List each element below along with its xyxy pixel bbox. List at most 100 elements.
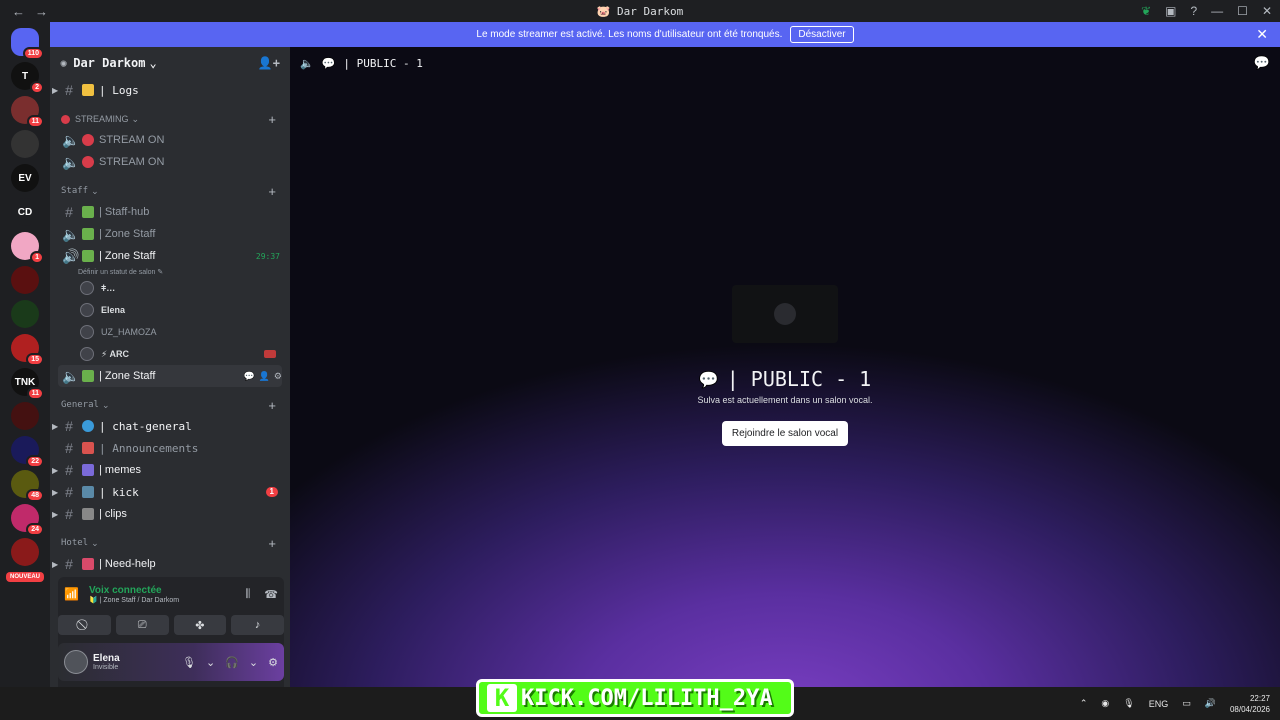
kick-url: KICK.COM/LILITH_2YA	[521, 685, 773, 711]
server-icon[interactable]: 48	[11, 470, 44, 502]
noise-suppression-icon[interactable]: ⫼	[245, 588, 250, 601]
activities-button[interactable]: ✤	[173, 615, 227, 635]
disable-streamer-button[interactable]: Désactiver	[790, 26, 854, 43]
voice-icon: 🔈	[300, 56, 314, 70]
server-icon[interactable]: 1	[11, 232, 44, 264]
voice-location[interactable]: 🔰 | Zone Staff / Dar Darkom	[89, 596, 179, 604]
microphone-icon[interactable]: 🎙	[1123, 698, 1134, 709]
voice-user-name: ⚡ ARC	[101, 348, 129, 359]
server-icon[interactable]: 22	[11, 436, 44, 468]
leaf-icon[interactable]: ❦	[1141, 4, 1151, 18]
voice-channel-zone-staff-3[interactable]: 🔈 | Zone Staff 💬 👤 ⚙	[58, 365, 282, 387]
language-indicator[interactable]: ENG	[1149, 699, 1169, 709]
clock-date: 08/04/2026	[1229, 704, 1270, 714]
mention-badge: 1	[265, 487, 278, 497]
channel-staff-hub[interactable]: # | Staff-hub	[58, 201, 282, 223]
server-icon[interactable]: T2	[11, 62, 44, 94]
maximize-icon[interactable]: ☐	[1237, 4, 1248, 18]
join-voice-button[interactable]: Rejoindre le salon vocal	[721, 421, 849, 446]
set-channel-status[interactable]: Définir un statut de salon ✎	[58, 267, 282, 277]
category-streaming[interactable]: STREAMING ⌄ +	[58, 109, 282, 129]
text-channel-icon: #	[65, 204, 73, 220]
voice-status[interactable]: Voix connectée	[89, 585, 179, 596]
screen-share-button[interactable]: ⎚	[115, 615, 169, 635]
mention-badge: 1	[30, 251, 44, 264]
back-icon[interactable]: ←	[12, 4, 25, 19]
server-icon[interactable]	[11, 300, 39, 328]
voice-channel-stream-2[interactable]: 🔈 STREAM ON	[58, 151, 282, 173]
server-icon[interactable]: EV	[11, 164, 39, 192]
server-icon[interactable]: 24	[11, 504, 44, 536]
minimize-icon[interactable]: —	[1211, 4, 1223, 18]
channel-kick[interactable]: ▶ # | kick 1	[52, 481, 282, 503]
server-icon[interactable]: CD	[11, 198, 39, 226]
home-button[interactable]: 110110	[11, 28, 44, 60]
text-channel-icon: #	[65, 418, 73, 434]
system-tray: ⌃ ◉ 🎙 ENG ▭ 🔊 22:27 08/04/2026	[1080, 687, 1270, 720]
category-staff[interactable]: Staff ⌄ +	[58, 181, 282, 201]
text-channel-icon: #	[65, 556, 73, 572]
add-channel-icon[interactable]: +	[268, 398, 276, 413]
clock[interactable]: 22:27 08/04/2026	[1230, 693, 1270, 715]
channel-chat-general[interactable]: ▶ # | chat-general	[52, 415, 282, 437]
close-banner-icon[interactable]: ✕	[1256, 26, 1268, 43]
gear-icon[interactable]: ⚙	[268, 656, 278, 669]
channel-need-help[interactable]: ▶ # | Need-help	[52, 553, 282, 575]
signal-icon[interactable]: 📶	[64, 587, 79, 601]
open-chat-icon[interactable]: 💬	[1254, 56, 1270, 71]
inbox-icon[interactable]: ▣	[1165, 4, 1176, 18]
username[interactable]: Elena	[93, 653, 120, 664]
channel-memes[interactable]: ▶ # | memes	[52, 459, 282, 481]
avatar[interactable]	[64, 650, 88, 674]
chat-icon[interactable]: 💬	[243, 371, 254, 382]
steam-icon[interactable]: ◉	[1101, 698, 1109, 709]
chevron-down-icon[interactable]: ⌄	[249, 656, 258, 669]
server-icon[interactable]: 11	[11, 96, 44, 128]
expand-icon: ▶	[52, 465, 59, 475]
server-icon: ✺	[60, 56, 68, 70]
server-icon[interactable]: TNK 11	[11, 368, 44, 400]
add-channel-icon[interactable]: +	[268, 112, 276, 127]
voice-user[interactable]: Elena	[58, 299, 282, 321]
camera-off-button[interactable]: ⃠	[58, 615, 111, 635]
voice-channel-zone-staff-active[interactable]: 🔊 | Zone Staff 29:37	[58, 245, 282, 267]
server-header[interactable]: ✺ Dar Darkom ⌄ 👤+	[50, 47, 290, 79]
forward-icon[interactable]: →	[35, 4, 48, 19]
voice-user[interactable]: UZ_HAMOZA	[58, 321, 282, 343]
help-icon[interactable]: ?	[1190, 4, 1197, 18]
voice-channel-stream-1[interactable]: 🔈 STREAM ON	[58, 129, 282, 151]
chevron-down-icon[interactable]: ⌄	[206, 656, 215, 669]
voice-locked-icon: 🔈	[62, 131, 80, 148]
monitor-icon[interactable]: ▭	[1182, 698, 1191, 709]
channel-announcements[interactable]: # | Announcements	[58, 437, 282, 459]
channel-sidebar: ✺ Dar Darkom ⌄ 👤+ ▶ # | Logs STREAMING ⌄…	[50, 47, 290, 687]
server-icon[interactable]	[11, 538, 39, 566]
category-general[interactable]: General ⌄ +	[58, 395, 282, 415]
soundboard-button[interactable]: ♪	[231, 615, 284, 635]
invite-icon[interactable]: 👤+	[258, 56, 280, 70]
gear-icon[interactable]: ⚙	[274, 371, 282, 382]
volume-icon[interactable]: 🔊	[1205, 698, 1216, 709]
channel-clips[interactable]: ▶ # | clips	[52, 503, 282, 525]
voice-channel-zone-staff-1[interactable]: 🔈 | Zone Staff	[58, 223, 282, 245]
channel-logs[interactable]: ▶ # | Logs	[52, 79, 282, 101]
microphone-icon[interactable]: 🎙	[182, 656, 196, 669]
server-icon[interactable]: 15	[11, 334, 44, 366]
close-window-icon[interactable]: ✕	[1262, 4, 1272, 18]
avatar	[80, 303, 94, 317]
headphones-icon[interactable]: 🎧	[225, 656, 239, 669]
voice-user[interactable]: ⚡ ARC	[58, 343, 282, 365]
disconnect-icon[interactable]: ☎	[264, 588, 278, 601]
category-hotel[interactable]: Hotel ⌄ +	[58, 533, 282, 553]
server-icon[interactable]	[11, 266, 39, 294]
add-channel-icon[interactable]: +	[268, 536, 276, 551]
add-channel-icon[interactable]: +	[268, 184, 276, 199]
invite-icon[interactable]: 👤	[259, 371, 270, 382]
channel-label: | Staff-hub	[99, 206, 150, 218]
chevron-up-icon[interactable]: ⌃	[1080, 698, 1088, 709]
camera-icon	[82, 508, 94, 520]
stream-thumbnail[interactable]	[732, 285, 838, 343]
server-icon[interactable]	[11, 402, 39, 430]
voice-user[interactable]: ǂ…	[58, 277, 282, 299]
server-icon[interactable]	[11, 130, 39, 158]
